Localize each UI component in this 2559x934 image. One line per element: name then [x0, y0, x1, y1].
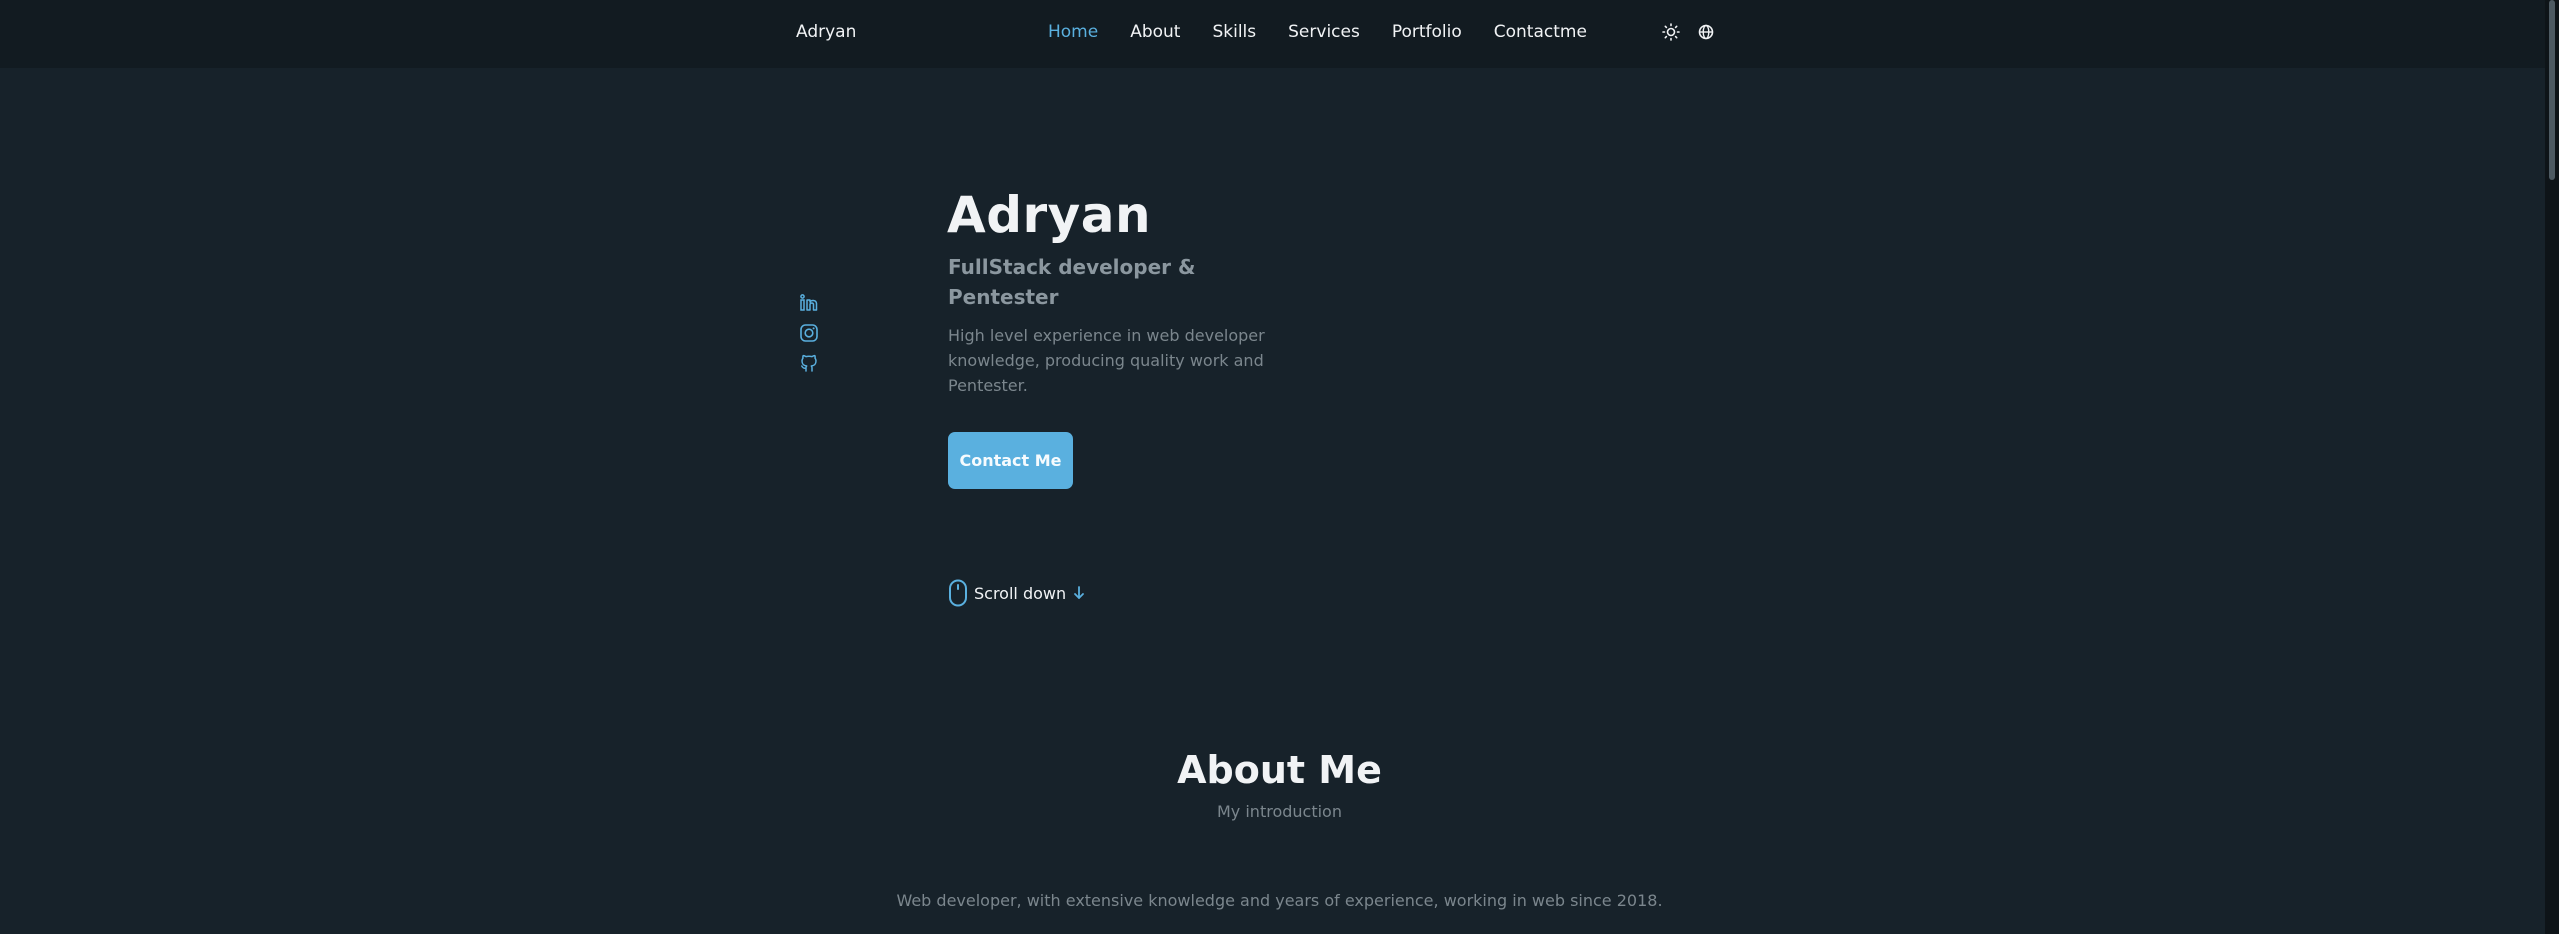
nav-links: Home About Skills Services Portfolio Con… [1048, 22, 1619, 42]
hero-subtitle: FullStack developer & Pentester [948, 255, 1196, 309]
sun-icon[interactable] [1662, 23, 1680, 41]
nav-link-home[interactable]: Home [1048, 22, 1098, 42]
scrollbar[interactable] [2545, 0, 2559, 934]
social-links [798, 292, 822, 382]
about-title: About Me [1177, 748, 1382, 792]
about-subtitle: My introduction [1217, 802, 1342, 821]
hero-description: High level experience in web developer k… [948, 326, 1265, 395]
contact-me-button[interactable]: Contact Me [948, 432, 1073, 489]
nav-link-services[interactable]: Services [1288, 22, 1360, 42]
scroll-down-label: Scroll down [974, 583, 1067, 603]
nav-link-skills[interactable]: Skills [1212, 22, 1256, 42]
nav-link-about[interactable]: About [1130, 22, 1180, 42]
navbar: Adryan Home About Skills Services Portfo… [0, 0, 2545, 68]
arrow-down-icon [1074, 586, 1085, 599]
about-text: Web developer, with extensive knowledge … [896, 891, 1663, 910]
globe-icon[interactable] [1697, 23, 1715, 41]
brand-logo[interactable]: Adryan [796, 22, 856, 42]
linkedin-icon[interactable] [798, 292, 820, 314]
nav-link-contactme[interactable]: Contactme [1494, 22, 1587, 42]
hero-name: Adryan [947, 186, 1152, 244]
mouse-icon [949, 579, 967, 607]
scrollbar-thumb[interactable] [2549, 0, 2555, 180]
nav-link-portfolio[interactable]: Portfolio [1392, 22, 1462, 42]
scroll-down-link[interactable]: Scroll down [948, 579, 1086, 607]
github-icon[interactable] [798, 352, 820, 374]
instagram-icon[interactable] [798, 322, 820, 344]
